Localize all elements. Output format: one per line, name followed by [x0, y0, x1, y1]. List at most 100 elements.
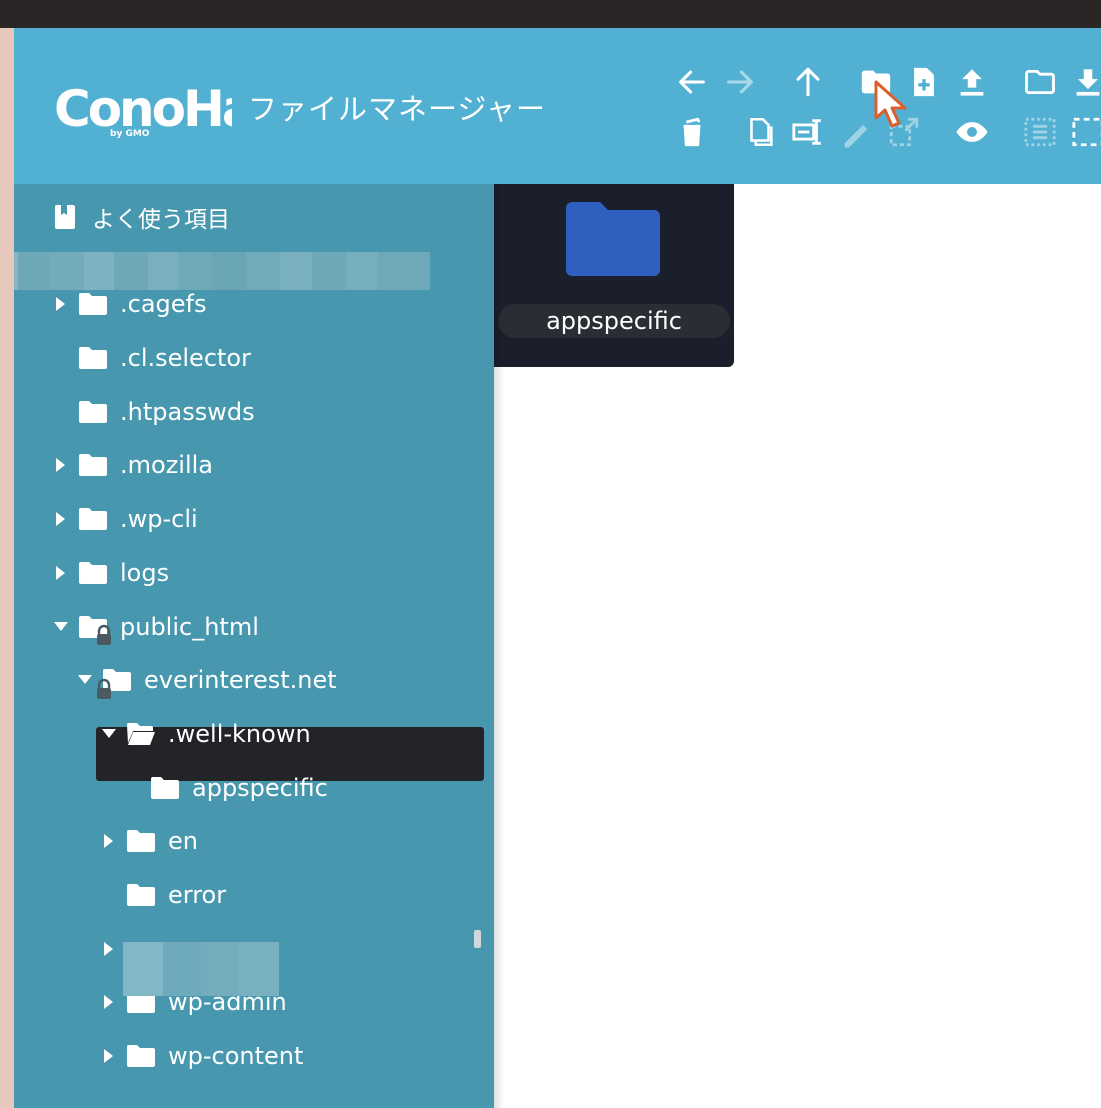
caret-right-icon[interactable] — [54, 296, 68, 312]
caret-right-icon[interactable] — [54, 565, 68, 581]
caret-right-icon[interactable] — [54, 511, 68, 527]
svg-text:by GMO: by GMO — [110, 129, 150, 139]
copy-icon — [750, 117, 773, 147]
forward-icon — [727, 70, 753, 94]
tree-item-label: .mozilla — [120, 451, 213, 479]
copy-button[interactable] — [740, 112, 780, 152]
tree-item[interactable]: logs — [54, 553, 169, 593]
folder-icon — [78, 560, 108, 586]
folder-icon — [78, 506, 108, 532]
tree-item[interactable]: .well-known — [102, 714, 311, 754]
folder-icon — [566, 202, 660, 276]
folder-tree-sidebar: よく使う項目 .cagefs .cl.selector .htpasswds .moz… — [14, 184, 494, 1108]
caret-right-icon[interactable] — [54, 457, 68, 473]
rename-button[interactable] — [788, 112, 828, 152]
caret-down-icon[interactable] — [78, 672, 92, 688]
tree-item-label: everinterest.net — [144, 666, 337, 694]
folder-icon — [126, 882, 156, 908]
tree-item-label: .well-known — [168, 720, 311, 748]
app-title: ファイルマネージャー — [248, 92, 546, 126]
select-all-button[interactable] — [1020, 112, 1060, 152]
favorites-item[interactable]: よく使う項目 — [54, 200, 230, 234]
tree-item[interactable]: public_html — [54, 607, 259, 647]
conoha-logo: ConoHa by GMO — [54, 80, 232, 139]
sidebar-resize-handle[interactable] — [474, 930, 481, 948]
folder-icon — [78, 345, 108, 371]
tree-item[interactable]: appspecific — [126, 768, 328, 808]
open-folder-icon — [1025, 69, 1055, 95]
folder-icon — [78, 291, 108, 317]
edit-button[interactable] — [836, 112, 876, 152]
tree-item[interactable]: .mozilla — [54, 445, 213, 485]
file-item-folder[interactable]: appspecific — [494, 184, 734, 367]
up-icon — [796, 67, 820, 97]
file-item-label: appspecific — [498, 304, 730, 338]
caret-down-icon[interactable] — [102, 726, 116, 742]
bookmark-book-icon — [55, 205, 75, 229]
tree-item-label: logs — [120, 559, 170, 587]
select-none-icon — [1072, 117, 1101, 147]
redacted-folder-name — [123, 942, 279, 996]
favorites-label: よく使う項目 — [92, 207, 230, 233]
app-header: ConoHa by GMO ファイルマネージャー — [14, 28, 1101, 184]
folder-icon — [150, 775, 180, 801]
tree-item[interactable]: .wp-cli — [54, 499, 198, 539]
window-left-edge — [0, 28, 14, 1108]
tree-item[interactable]: everinterest.net — [78, 660, 337, 700]
new-file-icon — [914, 67, 934, 97]
pane-shadow — [494, 184, 504, 1108]
select-all-icon — [1024, 117, 1056, 147]
select-none-button[interactable] — [1068, 112, 1101, 152]
folder-open-icon — [126, 721, 156, 747]
folder-icon — [126, 828, 156, 854]
open-folder-button[interactable] — [1020, 62, 1060, 102]
folder-icon — [126, 1043, 156, 1069]
tree-item[interactable]: error — [102, 875, 226, 915]
delete-button[interactable] — [672, 112, 712, 152]
preview-button[interactable] — [952, 112, 992, 152]
tree-item-label: en — [168, 827, 198, 855]
download-icon — [1076, 69, 1100, 96]
window-top-bar — [0, 0, 1101, 28]
new-file-button[interactable] — [904, 62, 944, 102]
caret-right-icon[interactable] — [102, 941, 116, 957]
file-manager-app: ConoHa by GMO ファイルマネージャー — [14, 28, 1101, 1108]
tree-item-label: .cagefs — [120, 290, 207, 318]
tree-item-label: wp-content — [168, 1042, 304, 1070]
tree-item-label: .wp-cli — [120, 505, 198, 533]
tree-item[interactable]: en — [102, 821, 198, 861]
tree-item-label: error — [168, 881, 227, 909]
tree-item[interactable] — [102, 929, 116, 969]
tree-item[interactable]: wp-content — [102, 1036, 303, 1076]
upload-button[interactable] — [952, 62, 992, 102]
tree-item[interactable]: .cl.selector — [54, 338, 251, 378]
up-button[interactable] — [788, 62, 828, 102]
folder-icon — [78, 399, 108, 425]
caret-right-icon[interactable] — [102, 994, 116, 1010]
caret-right-icon[interactable] — [102, 833, 116, 849]
edit-icon — [844, 124, 868, 148]
tree-item-label: public_html — [120, 613, 259, 641]
back-button[interactable] — [672, 62, 712, 102]
tree-item[interactable]: .cagefs — [54, 284, 206, 324]
caret-down-icon[interactable] — [54, 619, 68, 635]
upload-icon — [960, 69, 984, 96]
mouse-cursor-icon — [874, 80, 907, 128]
preview-icon — [956, 122, 988, 142]
caret-right-icon[interactable] — [102, 1048, 116, 1064]
file-list-pane: appspecific — [494, 184, 1101, 1108]
tree-item[interactable]: .htpasswds — [54, 392, 255, 432]
folder-icon — [78, 452, 108, 478]
lock-icon — [94, 678, 114, 700]
back-icon — [679, 70, 705, 94]
tree-item-label: appspecific — [192, 774, 328, 802]
forward-button[interactable] — [720, 62, 760, 102]
tree-item-label: .cl.selector — [120, 344, 251, 372]
lock-icon — [94, 624, 114, 646]
rename-icon — [792, 119, 821, 145]
download-button[interactable] — [1068, 62, 1101, 102]
